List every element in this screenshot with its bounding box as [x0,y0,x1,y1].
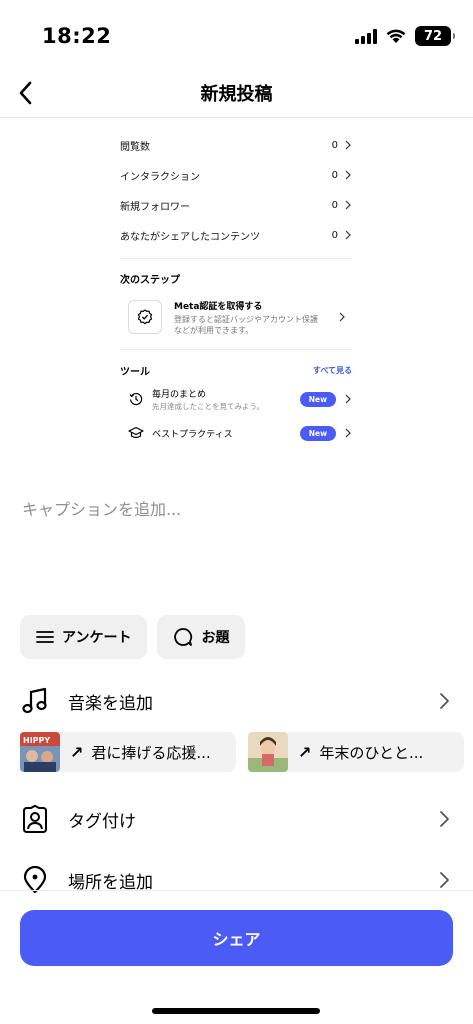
chevron-right-icon [345,170,351,180]
chevron-right-icon [440,693,449,709]
arrow-up-right-icon: ↗ [298,742,312,762]
poll-chip[interactable]: アンケート [20,615,148,659]
battery-icon: 72 [415,26,455,46]
home-indicator [152,1008,320,1014]
caption-input[interactable]: キャプションを追加... [22,496,181,520]
stat-label: インタラクション [120,171,200,183]
new-badge: New [299,425,336,441]
stat-row[interactable]: インタラクション 0 [120,160,352,190]
insights-preview: 閲覧数 0 インタラクション 0 新規フォロワー 0 あなたがシェアしたコンテン… [120,130,352,450]
chevron-right-icon [345,428,351,438]
arrow-up-right-icon: ↗ [70,742,84,762]
stat-row[interactable]: 閲覧数 0 [120,130,352,160]
history-icon [126,392,146,406]
graduation-cap-icon [126,426,146,440]
meta-step-desc: 登録すると認証バッジやアカウント保護などが利用できます。 [174,314,318,335]
chevron-right-icon [345,200,351,210]
music-suggestion-title: 年末のひとと... [319,743,424,762]
divider [0,890,473,891]
add-music-row[interactable]: 音楽を追加 [0,679,473,723]
add-location-row[interactable]: 場所を追加 [0,858,473,902]
page-title: 新規投稿 [200,84,273,105]
tool-item-best-practices[interactable]: ベストプラクティス New [120,416,352,450]
music-suggestions: HIPPY ↗ 君に捧げる応援... ↗ 年末のひとと... [20,731,473,773]
topic-chip-label: お題 [201,630,230,646]
stat-value: 0 [331,169,338,181]
tool-title: 毎月のまとめ [152,389,207,400]
add-location-label: 場所を追加 [68,872,153,893]
stat-value: 0 [331,139,338,151]
status-icons: 72 [355,26,455,46]
new-badge: New [299,391,336,407]
stat-row[interactable]: あなたがシェアしたコンテンツ 0 [120,220,352,250]
music-suggestion-title: 君に捧げる応援... [91,743,211,762]
stat-label: 閲覧数 [120,141,150,153]
status-time: 18:22 [42,24,112,48]
tool-title: ベストプラクティス [152,429,233,440]
next-steps-heading: 次のステップ [120,274,180,286]
tools-header: ツール すべて見る [120,358,352,382]
share-button[interactable]: シェア [20,910,453,966]
meta-verified-step[interactable]: Meta認証を取得する 登録すると認証バッジやアカウント保護などが利用できます。 [120,293,352,341]
battery-level: 72 [423,28,443,44]
verified-badge-icon [128,300,162,334]
stat-value: 0 [331,229,338,241]
poll-chip-label: アンケート [62,630,132,646]
album-art-thumbnail [248,732,288,772]
music-note-icon [20,686,50,716]
cellular-signal-icon [355,28,377,44]
chevron-right-icon [440,811,449,827]
divider [120,258,352,259]
nav-header: 新規投稿 [0,72,473,118]
tool-desc: 先月達成したことを見てみよう。 [152,401,265,411]
tag-person-icon [20,804,50,834]
stat-label: 新規フォロワー [120,201,190,213]
album-art-text: HIPPY [23,736,50,745]
meta-step-title: Meta認証を取得する [174,301,263,312]
album-art-thumbnail: HIPPY [20,732,60,772]
wifi-icon [386,29,406,43]
status-bar: 18:22 72 [0,0,473,72]
stat-value: 0 [331,199,338,211]
chevron-right-icon [440,872,449,888]
topic-chip[interactable]: お題 [157,615,246,659]
stat-label: あなたがシェアしたコンテンツ [120,231,260,243]
music-suggestion[interactable]: ↗ 年末のひとと... [248,731,464,773]
tag-people-row[interactable]: タグ付け [0,797,473,841]
add-music-label: 音楽を追加 [68,693,153,714]
tool-item-monthly-recap[interactable]: 毎月のまとめ 先月達成したことを見てみよう。 New [120,382,352,416]
see-all-link[interactable]: すべて見る [313,365,352,376]
chevron-right-icon [345,230,351,240]
tools-heading: ツール [120,366,150,378]
chevron-right-icon [339,312,345,322]
stat-row[interactable]: 新規フォロワー 0 [120,190,352,220]
music-suggestion[interactable]: HIPPY ↗ 君に捧げる応援... [20,731,236,773]
chat-bubble-icon [174,628,193,646]
list-icon [36,631,54,643]
composer-chips: アンケート お題 [20,615,246,659]
chevron-right-icon [345,394,351,404]
tag-people-label: タグ付け [68,811,136,832]
divider [120,349,352,350]
chevron-right-icon [345,140,351,150]
